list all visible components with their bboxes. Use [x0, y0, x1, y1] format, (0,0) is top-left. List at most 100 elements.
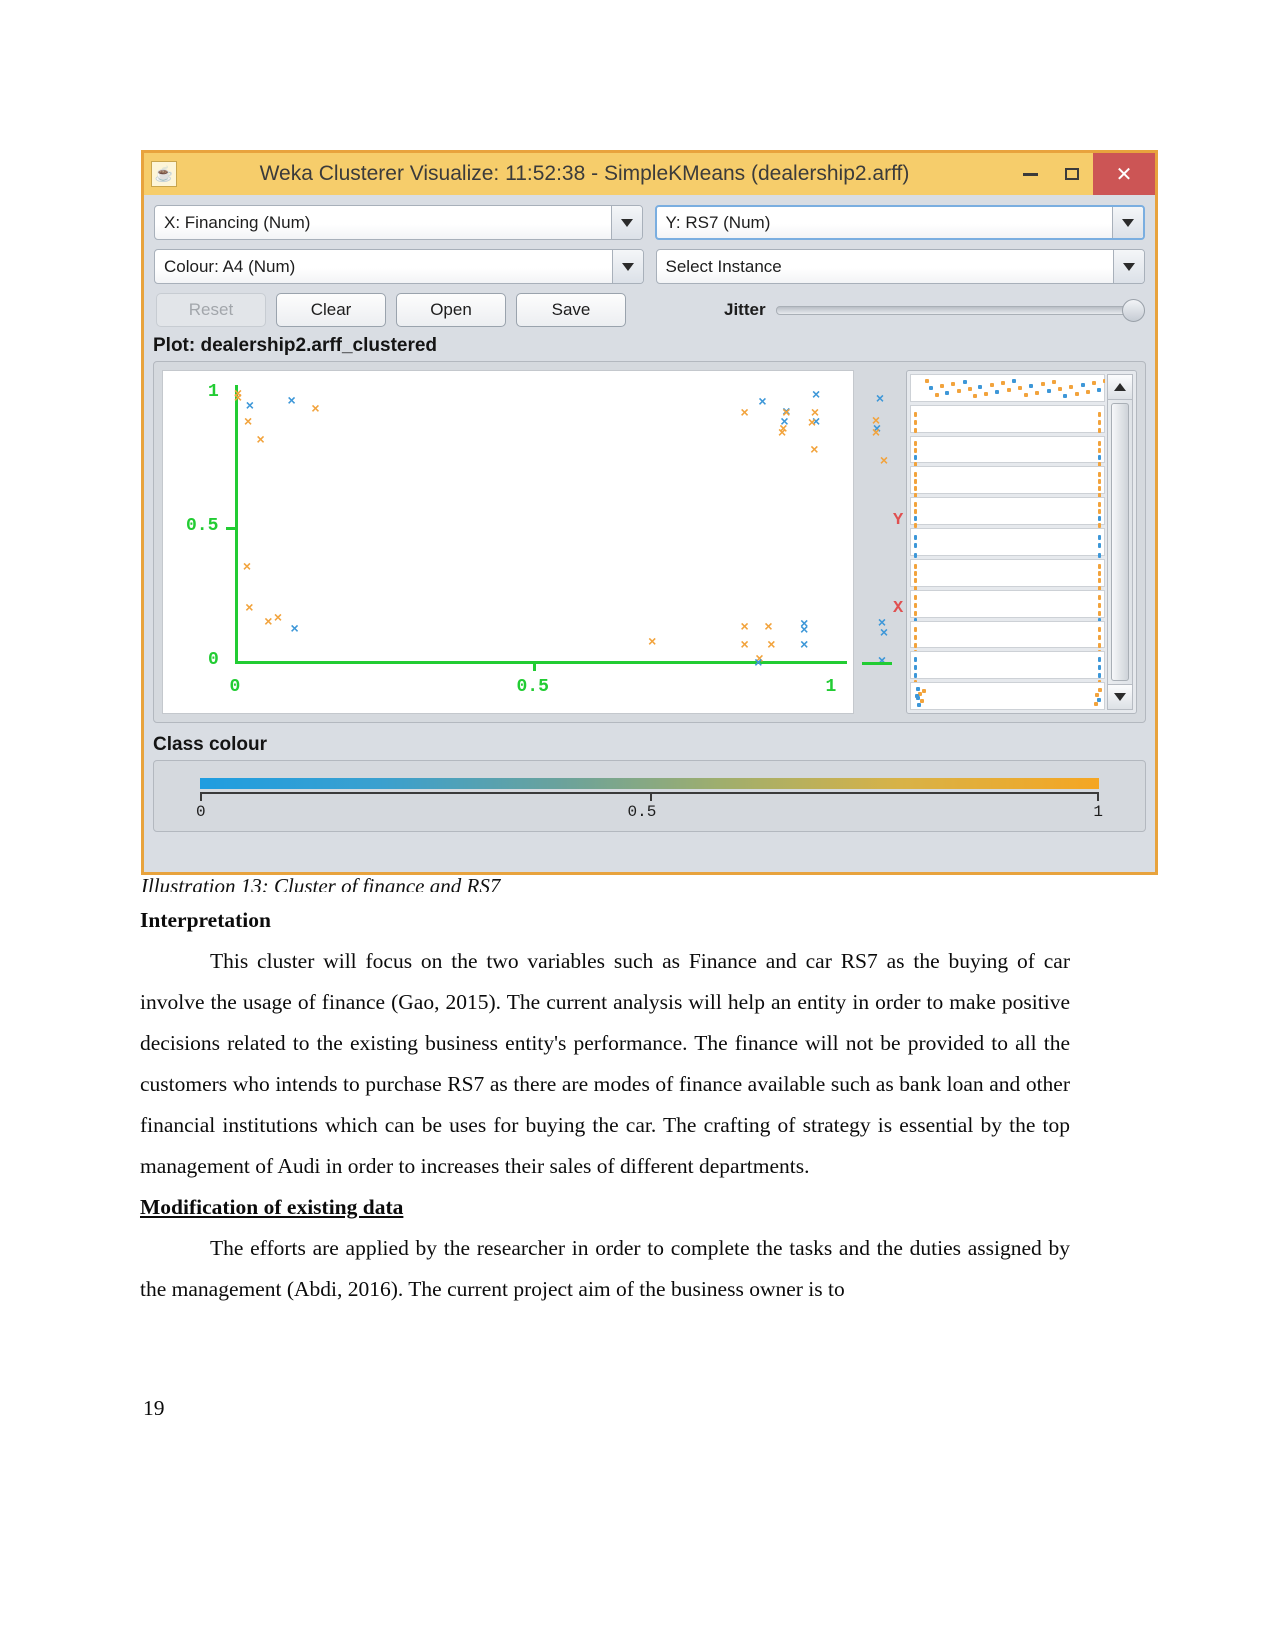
- legend-tick-mid: [649, 792, 652, 801]
- attribute-tick: [1098, 427, 1101, 433]
- attribute-tick: [914, 502, 917, 508]
- attribute-tick: [914, 486, 917, 492]
- attribute-tick: [1098, 602, 1101, 608]
- scatter-plot-canvas[interactable]: 1 0.5 0 0 0.5 1 × × × × × × × × × × × × × × × × × × × × × × × × × × × × × ×…: [162, 370, 854, 714]
- attribute-tick: [1098, 447, 1101, 453]
- attribute-dot: [915, 694, 919, 699]
- scatter-point: ×: [758, 393, 767, 410]
- scatter-point: ×: [311, 399, 320, 416]
- scroll-down-button[interactable]: [1108, 684, 1132, 709]
- attribute-dot: [929, 386, 933, 390]
- scatter-point: ×: [740, 618, 749, 635]
- attribute-tick: [914, 657, 917, 663]
- attribute-tick: [1098, 665, 1101, 671]
- attribute-tick: [1098, 657, 1101, 663]
- attribute-tick: [914, 634, 917, 640]
- attribute-strip[interactable]: [910, 682, 1105, 710]
- scroll-up-button[interactable]: [1108, 375, 1132, 400]
- save-button[interactable]: Save: [516, 293, 626, 327]
- attribute-panel-scrollbar[interactable]: [1107, 374, 1133, 710]
- class-colour-legend: 0 0.5 1: [153, 760, 1146, 832]
- attribute-dot: [1063, 394, 1067, 398]
- attribute-strips-panel: YX: [893, 370, 1137, 714]
- attribute-strip[interactable]: [910, 404, 1105, 441]
- attribute-strip[interactable]: [910, 651, 1105, 686]
- x-attribute-chevron-down-icon[interactable]: [610, 206, 642, 239]
- scatter-point-edge: ×: [871, 424, 881, 440]
- attribute-dot: [968, 387, 972, 391]
- attribute-strip[interactable]: [910, 497, 1105, 535]
- x-axis-selector-marker[interactable]: X: [893, 599, 903, 618]
- attribute-tick: [1098, 440, 1101, 446]
- class-colour-heading: Class colour: [153, 734, 268, 755]
- attribute-strip[interactable]: [910, 620, 1105, 661]
- attribute-dot: [1103, 379, 1105, 383]
- attribute-tick: [1098, 634, 1101, 640]
- attribute-dot: [917, 703, 921, 708]
- scatter-point: ×: [245, 397, 254, 414]
- attribute-selectors-row-1: X: Financing (Num) Y: RS7 (Num): [154, 205, 1145, 240]
- reset-button[interactable]: Reset: [156, 293, 266, 327]
- scrollbar-thumb[interactable]: [1111, 403, 1129, 681]
- attribute-tick: [914, 626, 917, 632]
- attribute-dot: [1052, 380, 1056, 384]
- y-axis-selector-marker[interactable]: Y: [893, 511, 903, 530]
- attribute-dot: [940, 384, 944, 388]
- open-button[interactable]: Open: [396, 293, 506, 327]
- select-instance-combo[interactable]: Select Instance: [655, 249, 1145, 284]
- attribute-dot: [995, 390, 999, 394]
- jitter-slider-knob[interactable]: [1122, 298, 1145, 322]
- minimize-button[interactable]: [1009, 153, 1051, 195]
- attribute-strip[interactable]: [910, 466, 1105, 505]
- scatter-point: ×: [242, 557, 251, 574]
- x-axis-line-extension: [862, 662, 892, 665]
- attribute-strip[interactable]: [910, 589, 1105, 629]
- attribute-tick: [1098, 673, 1101, 679]
- attribute-dot: [1024, 393, 1028, 397]
- jitter-label: Jitter: [724, 300, 766, 319]
- attribute-tick: [914, 594, 917, 600]
- attribute-dot: [1095, 693, 1099, 698]
- scatter-point: ×: [767, 636, 776, 653]
- attribute-strip-list: [910, 374, 1105, 710]
- attribute-tick: [914, 610, 917, 616]
- maximize-button[interactable]: [1051, 153, 1093, 195]
- scatter-point: ×: [233, 389, 243, 406]
- jitter-slider-track[interactable]: [775, 305, 1132, 315]
- attribute-tick: [914, 427, 917, 433]
- x-attribute-combo[interactable]: X: Financing (Num): [154, 205, 643, 240]
- page-number: 19: [143, 1396, 165, 1420]
- legend-label-0: 0: [196, 803, 206, 821]
- colour-attribute-combo[interactable]: Colour: A4 (Num): [154, 249, 644, 284]
- attribute-tick: [1098, 516, 1101, 522]
- attribute-tick: [914, 472, 917, 478]
- scatter-point: ×: [800, 621, 809, 638]
- attribute-strip[interactable]: [910, 435, 1105, 473]
- y-attribute-chevron-down-icon[interactable]: [1112, 207, 1143, 238]
- attribute-tick: [914, 642, 917, 648]
- colour-gradient-bar: [200, 778, 1099, 789]
- scatter-point: ×: [244, 413, 253, 430]
- select-instance-chevron-down-icon[interactable]: [1113, 250, 1144, 283]
- y-tick-label-0: 0: [208, 650, 219, 670]
- attribute-dot: [1081, 383, 1085, 387]
- chevron-down-icon: [1114, 693, 1126, 701]
- y-attribute-combo[interactable]: Y: RS7 (Num): [654, 205, 1145, 240]
- attribute-strip[interactable]: [910, 558, 1105, 597]
- attribute-dot: [1012, 379, 1016, 383]
- document-body: Interpretation This cluster will focus o…: [140, 900, 1070, 1310]
- attribute-tick: [914, 543, 917, 549]
- clear-button[interactable]: Clear: [276, 293, 386, 327]
- close-button[interactable]: ✕: [1093, 153, 1155, 195]
- attribute-dot: [1029, 384, 1033, 388]
- attribute-tick: [1098, 419, 1101, 425]
- scatter-point: ×: [807, 414, 817, 431]
- scatter-point: ×: [245, 599, 254, 616]
- attribute-tick: [1098, 411, 1101, 417]
- maximize-icon: [1065, 168, 1079, 180]
- attribute-tick: [1098, 543, 1101, 549]
- colour-attribute-chevron-down-icon[interactable]: [611, 250, 643, 283]
- attribute-strip[interactable]: [910, 528, 1105, 566]
- attribute-strip[interactable]: [910, 374, 1105, 402]
- select-instance-label: Select Instance: [665, 256, 782, 276]
